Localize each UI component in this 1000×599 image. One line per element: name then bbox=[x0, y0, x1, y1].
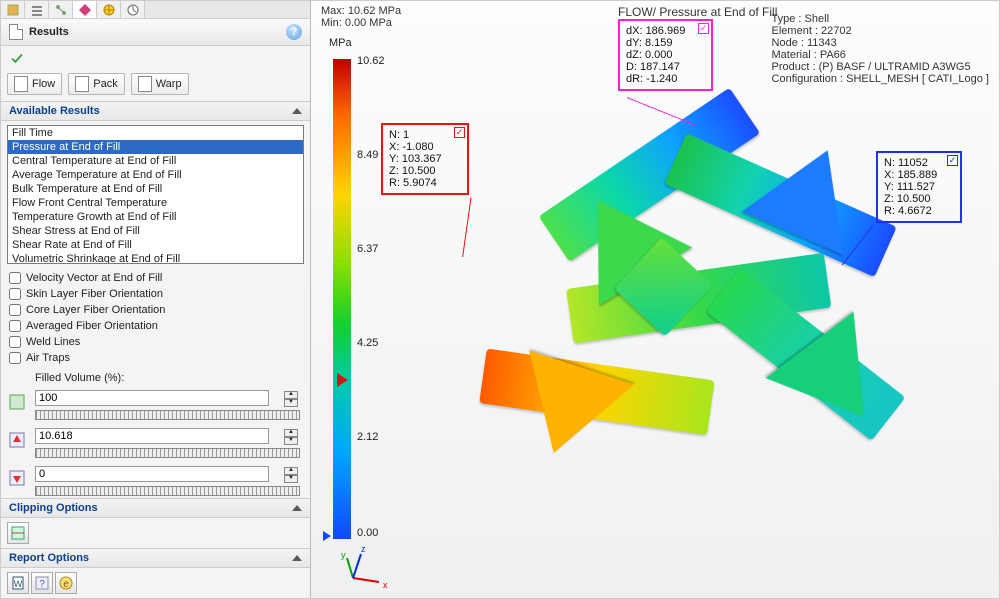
svg-text:?: ? bbox=[39, 579, 45, 590]
filled-volume-label: Filled Volume (%): bbox=[1, 368, 310, 384]
clock-icon bbox=[126, 3, 140, 17]
page-icon bbox=[138, 76, 152, 92]
results-list-item[interactable]: Temperature Growth at End of Fill bbox=[8, 210, 303, 224]
clipping-options-header[interactable]: Clipping Options bbox=[1, 498, 310, 518]
check-air-traps[interactable]: Air Traps bbox=[9, 350, 302, 366]
legend-min-arrow-icon bbox=[323, 531, 331, 541]
results-list-item[interactable]: Shear Stress at End of Fill bbox=[8, 224, 303, 238]
results-list-item[interactable]: Flow Front Central Temperature bbox=[8, 196, 303, 210]
model-info: Type : Shell Element : 22702 Node : 1134… bbox=[772, 13, 989, 85]
check-core-fiber[interactable]: Core Layer Fiber Orientation bbox=[9, 302, 302, 318]
spinner[interactable]: ▲▼ bbox=[284, 467, 298, 483]
slider-rail[interactable] bbox=[35, 448, 300, 458]
report-word-button[interactable]: W bbox=[7, 572, 29, 594]
svg-text:W: W bbox=[14, 579, 23, 589]
left-panel: Results ? Flow Pack Warp Available Resul… bbox=[1, 1, 311, 598]
result-geometry bbox=[442, 83, 937, 529]
callout-check-icon[interactable]: ✓ bbox=[698, 23, 709, 34]
volume-cube-icon bbox=[7, 392, 27, 412]
callout-check-icon[interactable]: ✓ bbox=[947, 155, 958, 166]
spinner[interactable]: ▲▼ bbox=[284, 391, 298, 407]
fm-tab-5[interactable] bbox=[97, 1, 121, 18]
results-list-item[interactable]: Pressure at End of Fill bbox=[8, 140, 303, 154]
results-list-item[interactable]: Fill Time bbox=[8, 126, 303, 140]
results-list-item[interactable]: Volumetric Shrinkage at End of Fill bbox=[8, 252, 303, 264]
results-title: Results bbox=[29, 26, 69, 38]
param2-input[interactable] bbox=[35, 428, 269, 444]
help-icon[interactable]: ? bbox=[286, 24, 302, 40]
injection-marker-icon bbox=[337, 373, 348, 387]
fm-tab-4[interactable] bbox=[73, 1, 97, 18]
spinner[interactable]: ▲▼ bbox=[284, 429, 298, 445]
chevron-up-icon bbox=[292, 108, 302, 114]
doc-icon: W bbox=[11, 576, 25, 590]
results-section-header: Results ? bbox=[1, 19, 310, 46]
page-icon bbox=[14, 76, 28, 92]
clip-plane-button[interactable] bbox=[7, 522, 29, 544]
param3-slider: ▲▼ bbox=[1, 460, 310, 498]
available-results-header[interactable]: Available Results bbox=[1, 101, 310, 121]
cube-icon bbox=[6, 3, 20, 17]
legend-bar bbox=[333, 59, 351, 539]
available-results-list[interactable]: Fill TimePressure at End of FillCentral … bbox=[7, 125, 304, 264]
chevron-up-icon bbox=[292, 505, 302, 511]
check-avg-fiber[interactable]: Averaged Fiber Orientation bbox=[9, 318, 302, 334]
document-icon bbox=[9, 24, 23, 40]
list-icon bbox=[30, 3, 44, 17]
delta-callout[interactable]: ✓ dX: 186.969 dY: 8.159 dZ: 0.000 D: 187… bbox=[618, 19, 713, 91]
results-list-item[interactable]: Bulk Temperature at End of Fill bbox=[8, 182, 303, 196]
slider-rail[interactable] bbox=[35, 410, 300, 420]
plot-title: FLOW/ Pressure at End of Fill bbox=[618, 5, 777, 19]
results-list-item[interactable]: Shear Rate at End of Fill bbox=[8, 238, 303, 252]
triad-x: x bbox=[383, 580, 388, 590]
param2-slider: ▲▼ bbox=[1, 422, 310, 460]
fm-tab-1[interactable] bbox=[1, 1, 25, 18]
fm-tab-6[interactable] bbox=[121, 1, 145, 18]
tree-icon bbox=[54, 3, 68, 17]
svg-text:e: e bbox=[63, 579, 69, 590]
report-edrawing-button[interactable]: e bbox=[55, 572, 77, 594]
result-page-tabs: Flow Pack Warp bbox=[1, 71, 310, 101]
diamond-icon bbox=[78, 3, 92, 17]
color-legend: MPa 10.62 8.49 6.37 4.25 2.12 0.00 bbox=[323, 31, 359, 541]
tab-flow[interactable]: Flow bbox=[7, 73, 62, 95]
filled-volume-input[interactable] bbox=[35, 390, 269, 406]
cube-slice-icon bbox=[11, 526, 25, 540]
chevron-up-icon bbox=[292, 555, 302, 561]
report-help-button[interactable]: ? bbox=[31, 572, 53, 594]
fm-tab-2[interactable] bbox=[25, 1, 49, 18]
tab-pack[interactable]: Pack bbox=[68, 73, 124, 95]
triad-y: y bbox=[341, 550, 346, 560]
e-icon: e bbox=[59, 576, 73, 590]
probe-1-callout[interactable]: ✓ N: 1 X: -1.080 Y: 103.367 Z: 10.500 R:… bbox=[381, 123, 469, 195]
globe-icon bbox=[102, 3, 116, 17]
param3-input[interactable] bbox=[35, 466, 269, 482]
filled-volume-slider: ▲▼ bbox=[1, 384, 310, 422]
up-arrow-cube-icon bbox=[7, 430, 27, 450]
check-weld-lines[interactable]: Weld Lines bbox=[9, 334, 302, 350]
minmax-readout: Max: 10.62 MPa Min: 0.00 MPa bbox=[321, 5, 401, 29]
results-list-item[interactable]: Average Temperature at End of Fill bbox=[8, 168, 303, 182]
check-skin-fiber[interactable]: Skin Layer Fiber Orientation bbox=[9, 286, 302, 302]
fm-tab-3[interactable] bbox=[49, 1, 73, 18]
graphics-viewport[interactable]: Max: 10.62 MPa Min: 0.00 MPa FLOW/ Press… bbox=[311, 1, 999, 598]
slider-rail[interactable] bbox=[35, 486, 300, 496]
question-icon: ? bbox=[35, 576, 49, 590]
probe-2-callout[interactable]: ✓ N: 11052 X: 185.889 Y: 111.527 Z: 10.5… bbox=[876, 151, 962, 223]
tab-warp[interactable]: Warp bbox=[131, 73, 189, 95]
report-options-header[interactable]: Report Options bbox=[1, 548, 310, 568]
results-list-item[interactable]: Central Temperature at End of Fill bbox=[8, 154, 303, 168]
feature-manager-tabs bbox=[1, 1, 310, 19]
triad-z: z bbox=[361, 544, 366, 554]
callout-check-icon[interactable]: ✓ bbox=[454, 127, 465, 138]
view-triad[interactable] bbox=[343, 548, 383, 588]
down-arrow-cube-icon bbox=[7, 468, 27, 488]
page-icon bbox=[75, 76, 89, 92]
check-velocity-vector[interactable]: Velocity Vector at End of Fill bbox=[9, 270, 302, 286]
ok-check-icon[interactable] bbox=[9, 52, 25, 65]
